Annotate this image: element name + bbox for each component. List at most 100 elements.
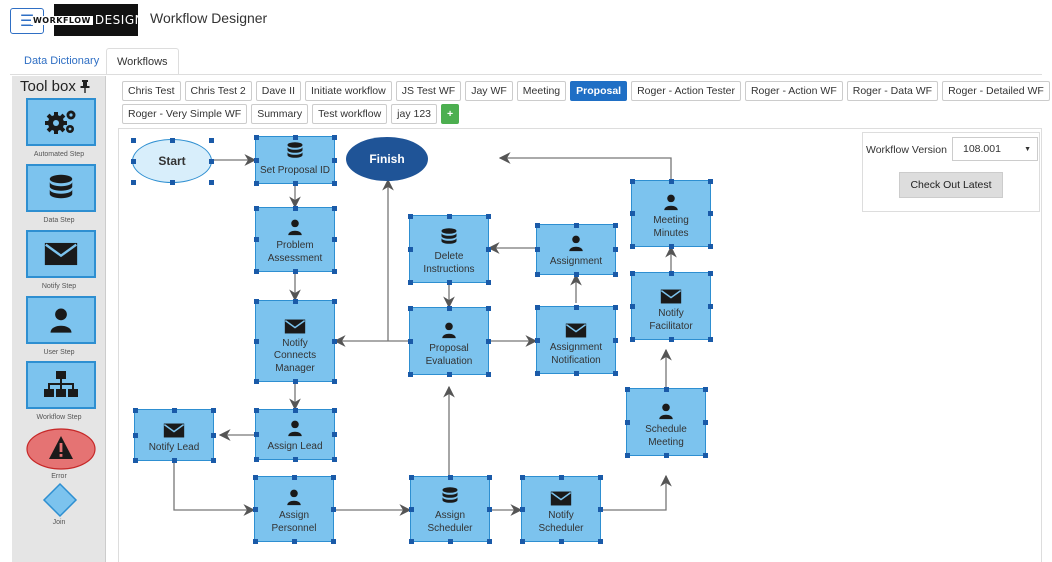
resize-handle[interactable] xyxy=(292,134,298,140)
resize-handle[interactable] xyxy=(208,137,214,143)
resize-handle[interactable] xyxy=(331,298,337,304)
resize-handle[interactable] xyxy=(486,538,492,544)
resize-handle[interactable] xyxy=(702,419,708,425)
node-notify-lead[interactable]: Notify Lead xyxy=(132,407,216,463)
node-assign-lead[interactable]: Assign Lead xyxy=(253,407,337,462)
resize-handle[interactable] xyxy=(612,304,618,310)
resize-handle[interactable] xyxy=(330,474,336,480)
resize-handle[interactable] xyxy=(330,538,336,544)
resize-handle[interactable] xyxy=(253,378,259,384)
resize-handle[interactable] xyxy=(485,279,491,285)
resize-handle[interactable] xyxy=(573,222,579,228)
resize-handle[interactable] xyxy=(446,305,452,311)
resize-handle[interactable] xyxy=(629,178,635,184)
resize-handle[interactable] xyxy=(132,407,138,413)
resize-handle[interactable] xyxy=(253,432,259,437)
resize-handle[interactable] xyxy=(253,237,259,242)
resize-handle[interactable] xyxy=(612,370,618,376)
resize-handle[interactable] xyxy=(486,506,492,512)
node-set-proposal-id[interactable]: Set Proposal ID xyxy=(253,134,337,186)
node-meeting-minutes[interactable]: Meeting Minutes xyxy=(629,178,713,249)
resize-handle[interactable] xyxy=(629,243,635,249)
resize-handle[interactable] xyxy=(597,474,603,480)
resize-handle[interactable] xyxy=(707,243,713,249)
node-assignment-notification[interactable]: Assignment Notification xyxy=(534,304,618,376)
resize-handle[interactable] xyxy=(668,336,674,342)
resize-handle[interactable] xyxy=(407,305,413,311)
resize-handle[interactable] xyxy=(252,538,258,544)
resize-handle[interactable] xyxy=(253,298,259,304)
resize-handle[interactable] xyxy=(629,211,635,216)
resize-handle[interactable] xyxy=(292,456,298,462)
resize-handle[interactable] xyxy=(707,178,713,184)
resize-handle[interactable] xyxy=(292,378,298,384)
resize-handle[interactable] xyxy=(291,538,297,544)
resize-handle[interactable] xyxy=(292,180,298,186)
resize-handle[interactable] xyxy=(624,386,630,392)
node-schedule-meeting[interactable]: Schedule Meeting xyxy=(624,386,708,458)
resize-handle[interactable] xyxy=(446,279,452,285)
node-delete-instructions[interactable]: Delete Instructions xyxy=(407,213,491,285)
resize-handle[interactable] xyxy=(292,268,298,274)
resize-handle[interactable] xyxy=(573,304,579,310)
resize-handle[interactable] xyxy=(408,538,414,544)
resize-handle[interactable] xyxy=(253,456,259,462)
resize-handle[interactable] xyxy=(253,180,259,186)
resize-handle[interactable] xyxy=(612,271,618,277)
resize-handle[interactable] xyxy=(171,407,177,413)
resize-handle[interactable] xyxy=(446,213,452,219)
resize-handle[interactable] xyxy=(702,386,708,392)
resize-handle[interactable] xyxy=(292,407,298,413)
resize-handle[interactable] xyxy=(597,506,603,512)
resize-handle[interactable] xyxy=(169,137,175,143)
resize-handle[interactable] xyxy=(169,179,175,185)
resize-handle[interactable] xyxy=(208,158,214,164)
resize-handle[interactable] xyxy=(408,474,414,480)
resize-handle[interactable] xyxy=(534,271,540,277)
resize-handle[interactable] xyxy=(407,213,413,219)
resize-handle[interactable] xyxy=(485,213,491,219)
resize-handle[interactable] xyxy=(707,303,713,309)
node-assign-personnel[interactable]: Assign Personnel xyxy=(252,474,336,544)
resize-handle[interactable] xyxy=(707,336,713,342)
resize-handle[interactable] xyxy=(629,270,635,276)
resize-handle[interactable] xyxy=(629,336,635,342)
resize-handle[interactable] xyxy=(558,474,564,480)
node-notify-scheduler[interactable]: Notify Scheduler xyxy=(519,474,603,544)
resize-handle[interactable] xyxy=(291,474,297,480)
resize-handle[interactable] xyxy=(707,211,713,216)
node-notify-connects-manager[interactable]: Notify Connects Manager xyxy=(253,298,337,384)
resize-handle[interactable] xyxy=(331,268,337,274)
resize-handle[interactable] xyxy=(663,452,669,458)
resize-handle[interactable] xyxy=(519,538,525,544)
resize-handle[interactable] xyxy=(253,157,259,163)
resize-handle[interactable] xyxy=(331,180,337,186)
resize-handle[interactable] xyxy=(534,247,540,252)
resize-handle[interactable] xyxy=(485,305,491,311)
resize-handle[interactable] xyxy=(130,137,136,143)
resize-handle[interactable] xyxy=(573,271,579,277)
resize-handle[interactable] xyxy=(292,298,298,304)
resize-handle[interactable] xyxy=(132,457,138,463)
resize-handle[interactable] xyxy=(407,279,413,285)
resize-handle[interactable] xyxy=(331,432,337,437)
resize-handle[interactable] xyxy=(534,337,540,343)
resize-handle[interactable] xyxy=(210,407,216,413)
resize-handle[interactable] xyxy=(597,538,603,544)
resize-handle[interactable] xyxy=(407,371,413,377)
resize-handle[interactable] xyxy=(208,179,214,185)
resize-handle[interactable] xyxy=(408,506,414,512)
resize-handle[interactable] xyxy=(130,179,136,185)
resize-handle[interactable] xyxy=(624,452,630,458)
resize-handle[interactable] xyxy=(612,247,618,252)
resize-handle[interactable] xyxy=(486,474,492,480)
resize-handle[interactable] xyxy=(130,158,136,164)
resize-handle[interactable] xyxy=(253,407,259,413)
resize-handle[interactable] xyxy=(252,474,258,480)
resize-handle[interactable] xyxy=(330,506,336,512)
resize-handle[interactable] xyxy=(519,506,525,512)
resize-handle[interactable] xyxy=(447,538,453,544)
resize-handle[interactable] xyxy=(331,157,337,163)
resize-handle[interactable] xyxy=(331,407,337,413)
resize-handle[interactable] xyxy=(331,205,337,211)
